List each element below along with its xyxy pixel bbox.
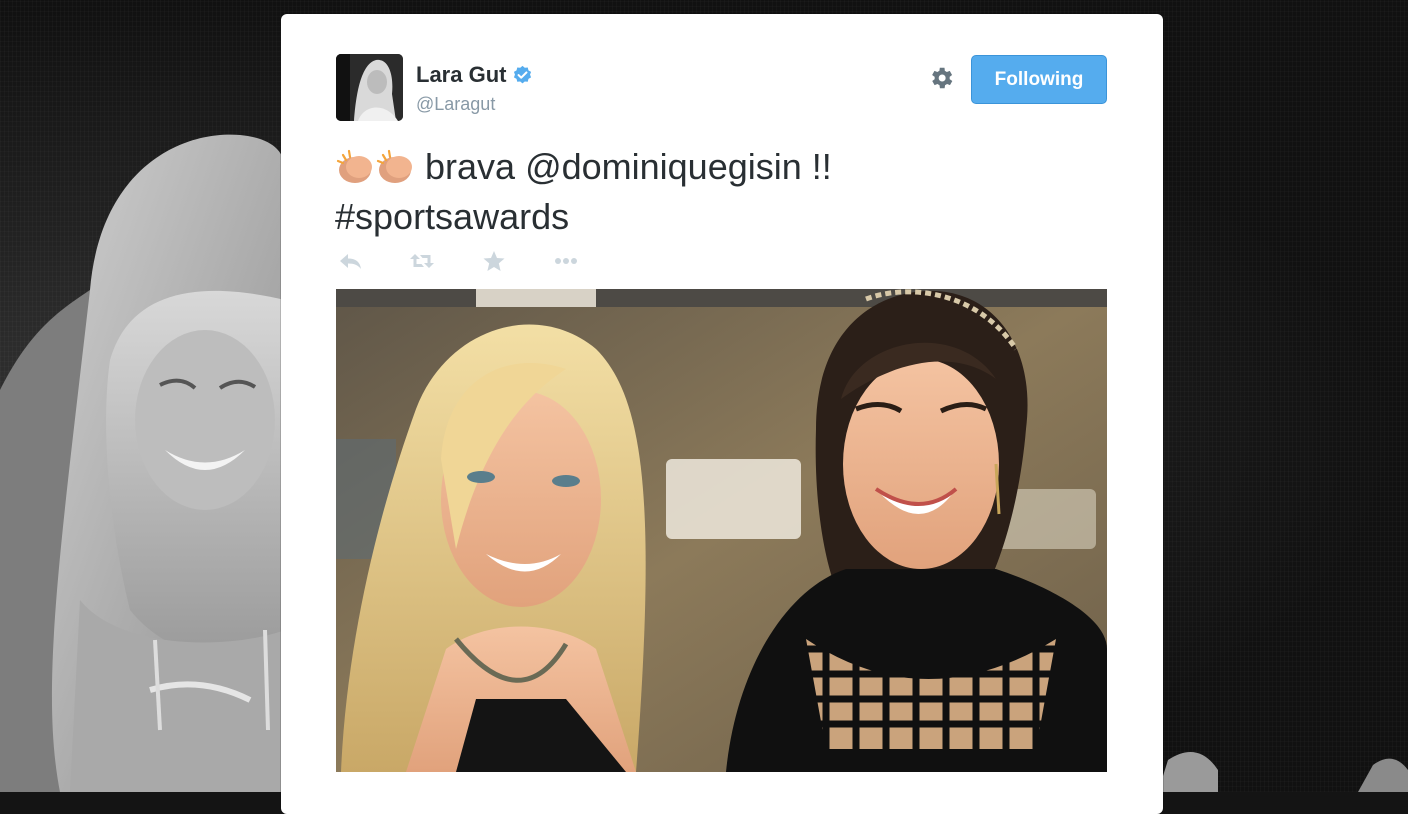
- clapping-hands-icon: [375, 147, 415, 185]
- background-person-image: [0, 134, 285, 792]
- gear-icon[interactable]: [927, 64, 955, 92]
- following-button[interactable]: Following: [971, 55, 1107, 104]
- more-icon[interactable]: [553, 250, 579, 272]
- avatar-image: [336, 54, 403, 121]
- clapping-hands-icon: [335, 147, 375, 185]
- author-handle[interactable]: @Laragut: [416, 94, 495, 115]
- author-avatar[interactable]: [336, 54, 403, 121]
- tweet-actions: [337, 250, 625, 272]
- hashtag-link[interactable]: #sportsawards: [335, 196, 569, 237]
- author-name-row: Lara Gut: [416, 62, 533, 88]
- favorite-icon[interactable]: [481, 250, 507, 272]
- tweet-text-line1: brava @dominiquegisin !!: [425, 146, 832, 187]
- tweet-photo[interactable]: [336, 289, 1107, 772]
- background-person-image-right: [1158, 752, 1408, 792]
- retweet-icon[interactable]: [409, 250, 435, 272]
- tweet-card: Lara Gut @Laragut Following brava @domin…: [281, 14, 1163, 814]
- tweet-text: brava @dominiquegisin !! #sportsawards: [335, 142, 1095, 242]
- author-name[interactable]: Lara Gut: [416, 62, 506, 88]
- reply-icon[interactable]: [337, 250, 363, 272]
- verified-badge-icon: [514, 65, 532, 83]
- tweet-photo-image: [336, 289, 1107, 772]
